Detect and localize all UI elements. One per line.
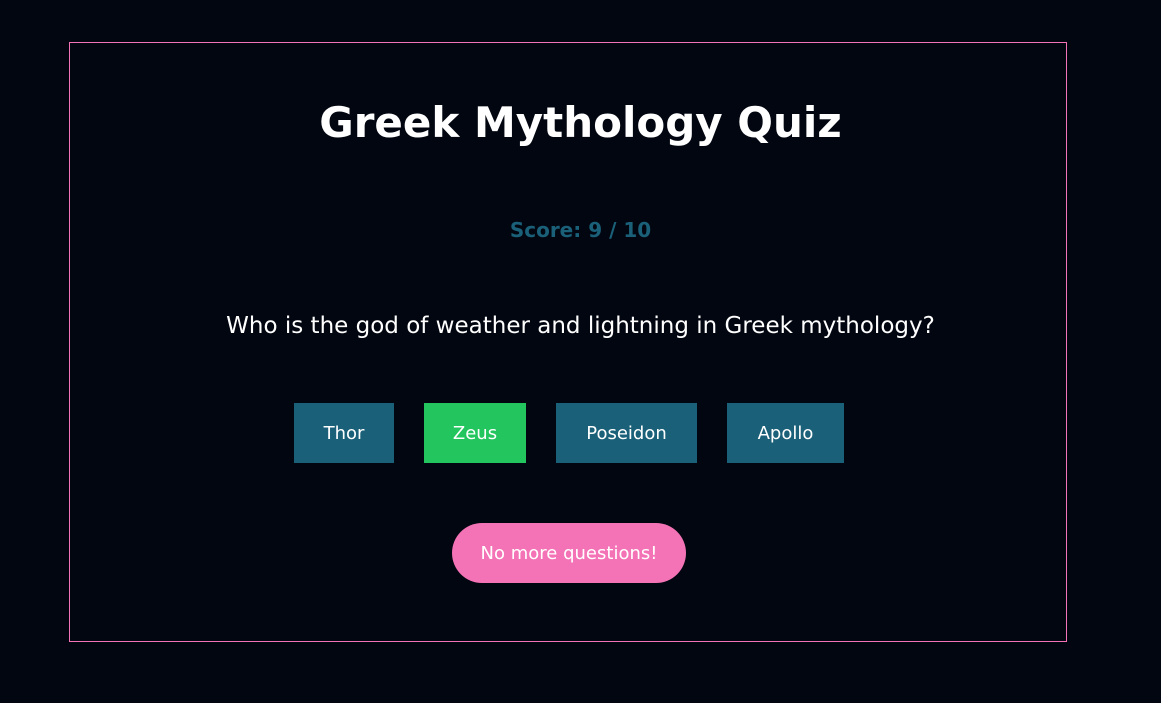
score-display: Score: 9 / 10 — [509, 218, 652, 242]
answer-options: Thor Zeus Poseidon Apollo — [0, 403, 1161, 463]
answer-button-poseidon[interactable]: Poseidon — [556, 403, 697, 463]
page-title: Greek Mythology Quiz — [319, 98, 842, 147]
next-question-button[interactable]: No more questions! — [452, 523, 686, 583]
answer-button-thor[interactable]: Thor — [294, 403, 394, 463]
answer-button-zeus[interactable]: Zeus — [424, 403, 526, 463]
question-text: Who is the god of weather and lightning … — [226, 313, 935, 339]
answer-button-apollo[interactable]: Apollo — [727, 403, 844, 463]
